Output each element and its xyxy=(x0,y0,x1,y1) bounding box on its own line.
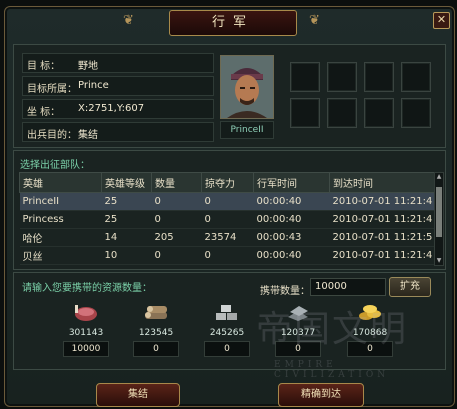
info-label: 目标所属： xyxy=(27,84,77,95)
wood-icon xyxy=(145,306,167,319)
table-cell: 25 xyxy=(101,210,152,229)
equipment-slot[interactable] xyxy=(327,62,357,92)
resource-amount: 123545 xyxy=(138,328,174,338)
table-cell: 14 xyxy=(101,228,152,247)
hero-portrait[interactable] xyxy=(220,55,274,119)
table-cell: 0 xyxy=(151,246,202,265)
table-cell: 205 xyxy=(151,228,202,247)
table-cell: 2010-07-01 11:21:4 xyxy=(329,246,435,265)
resource-input[interactable]: 0 xyxy=(133,341,179,357)
expand-button[interactable]: 扩充 xyxy=(389,277,431,297)
equipment-slot[interactable] xyxy=(401,62,431,92)
stone-icon xyxy=(216,305,237,320)
troop-selection-panel: 选择出征部队： 英雄 英雄等级 数量 掠夺力 行军时间 到达时间 PrinceI… xyxy=(13,150,446,270)
scroll-thumb[interactable] xyxy=(436,187,442,237)
equipment-slot[interactable] xyxy=(327,98,357,128)
equipment-slot[interactable] xyxy=(290,98,320,128)
info-row-owner: 目标所属： Prince xyxy=(22,76,214,96)
table-header-row: 英雄 英雄等级 数量 掠夺力 行军时间 到达时间 xyxy=(19,172,435,193)
hero-name-label: PrinceII xyxy=(220,121,274,139)
info-value: X:2751,Y:607 xyxy=(78,103,145,114)
info-value: 集结 xyxy=(78,130,98,141)
table-cell: 2010-07-01 11:21:5 xyxy=(329,228,435,247)
info-row-coordinates: 坐 标： X:2751,Y:607 xyxy=(22,99,214,119)
close-button[interactable]: ✕ xyxy=(433,12,450,29)
table-cell: Princess xyxy=(19,210,102,229)
table-cell: 00:00:40 xyxy=(253,246,330,265)
resource-input[interactable]: 10000 xyxy=(63,341,109,357)
info-label: 坐 标： xyxy=(27,107,61,118)
table-cell: 25 xyxy=(101,192,152,211)
table-scrollbar[interactable]: ▲ ▼ xyxy=(434,172,444,266)
hero-face-icon xyxy=(221,56,273,118)
gather-button[interactable]: 集结 xyxy=(96,383,180,407)
resource-stone: 245265 0 xyxy=(197,301,257,361)
table-cell: PrinceII xyxy=(19,192,102,211)
table-cell: 哈伦 xyxy=(19,228,102,247)
carry-capacity-value: 10000 xyxy=(310,278,386,296)
table-cell: 贝丝 xyxy=(19,246,102,265)
troop-selection-title: 选择出征部队： xyxy=(20,160,90,171)
equipment-slot[interactable] xyxy=(290,62,320,92)
table-cell: 0 xyxy=(151,192,202,211)
table-cell: 0 xyxy=(151,210,202,229)
troop-table: 英雄 英雄等级 数量 掠夺力 行军时间 到达时间 PrinceII 25 0 0… xyxy=(19,172,435,265)
info-value: 野地 xyxy=(78,61,98,72)
watermark-text: 帝国文明 xyxy=(256,309,409,350)
meat-icon xyxy=(75,305,97,321)
table-cell: 00:00:40 xyxy=(253,192,330,211)
table-row[interactable]: 哈伦 14 205 23574 00:00:43 2010-07-01 11:2… xyxy=(19,228,435,247)
column-header[interactable]: 英雄 xyxy=(19,172,102,193)
info-value: Prince xyxy=(78,80,109,91)
precise-arrival-button[interactable]: 精确到达 xyxy=(278,383,364,407)
scroll-up-icon[interactable]: ▲ xyxy=(435,173,443,181)
table-cell: 0 xyxy=(201,246,254,265)
table-cell: 0 xyxy=(201,192,254,211)
table-cell: 2010-07-01 11:21:4 xyxy=(329,210,435,229)
column-header[interactable]: 英雄等级 xyxy=(101,172,152,193)
resource-prompt: 请输入您要携带的资源数量： xyxy=(22,283,152,294)
table-cell: 23574 xyxy=(201,228,254,247)
table-row[interactable]: 贝丝 10 0 0 00:00:40 2010-07-01 11:21:4 xyxy=(19,246,435,265)
resource-amount: 301143 xyxy=(68,328,104,338)
carry-capacity-label: 携带数量： xyxy=(260,286,310,297)
column-header[interactable]: 到达时间 xyxy=(329,172,435,193)
info-label: 出兵目的： xyxy=(27,130,77,141)
info-row-target: 目 标： 野地 xyxy=(22,53,214,73)
title-ornament-right-icon: ❦ xyxy=(309,13,320,28)
equipment-slot[interactable] xyxy=(364,98,394,128)
equipment-slot[interactable] xyxy=(401,98,431,128)
table-cell: 0 xyxy=(201,210,254,229)
resource-amount: 245265 xyxy=(209,328,245,338)
column-header[interactable]: 数量 xyxy=(151,172,202,193)
resource-wood: 123545 0 xyxy=(126,301,186,361)
table-cell: 2010-07-01 11:21:4 xyxy=(329,192,435,211)
column-header[interactable]: 行军时间 xyxy=(253,172,330,193)
resource-input[interactable]: 0 xyxy=(204,341,250,357)
equipment-slot[interactable] xyxy=(364,62,394,92)
resource-meat: 301143 10000 xyxy=(56,301,116,361)
scroll-down-icon[interactable]: ▼ xyxy=(435,257,443,265)
info-label: 目 标： xyxy=(27,61,61,72)
title-bar: ❦ 行军 ❦ ✕ xyxy=(5,7,454,37)
table-row[interactable]: PrinceII 25 0 0 00:00:40 2010-07-01 11:2… xyxy=(19,192,435,211)
column-header[interactable]: 掠夺力 xyxy=(201,172,254,193)
info-row-purpose: 出兵目的： 集结 xyxy=(22,122,214,142)
table-cell: 10 xyxy=(101,246,152,265)
window-title: 行军 xyxy=(169,10,297,36)
table-cell: 00:00:40 xyxy=(253,210,330,229)
watermark-subtext: EMPIRE CIVILIZATION xyxy=(274,360,390,380)
target-info-panel: 目 标： 野地 目标所属： Prince 坐 标： X:2751,Y:607 出… xyxy=(13,44,446,148)
title-ornament-left-icon: ❦ xyxy=(123,13,134,28)
table-row[interactable]: Princess 25 0 0 00:00:40 2010-07-01 11:2… xyxy=(19,210,435,229)
table-cell: 00:00:43 xyxy=(253,228,330,247)
